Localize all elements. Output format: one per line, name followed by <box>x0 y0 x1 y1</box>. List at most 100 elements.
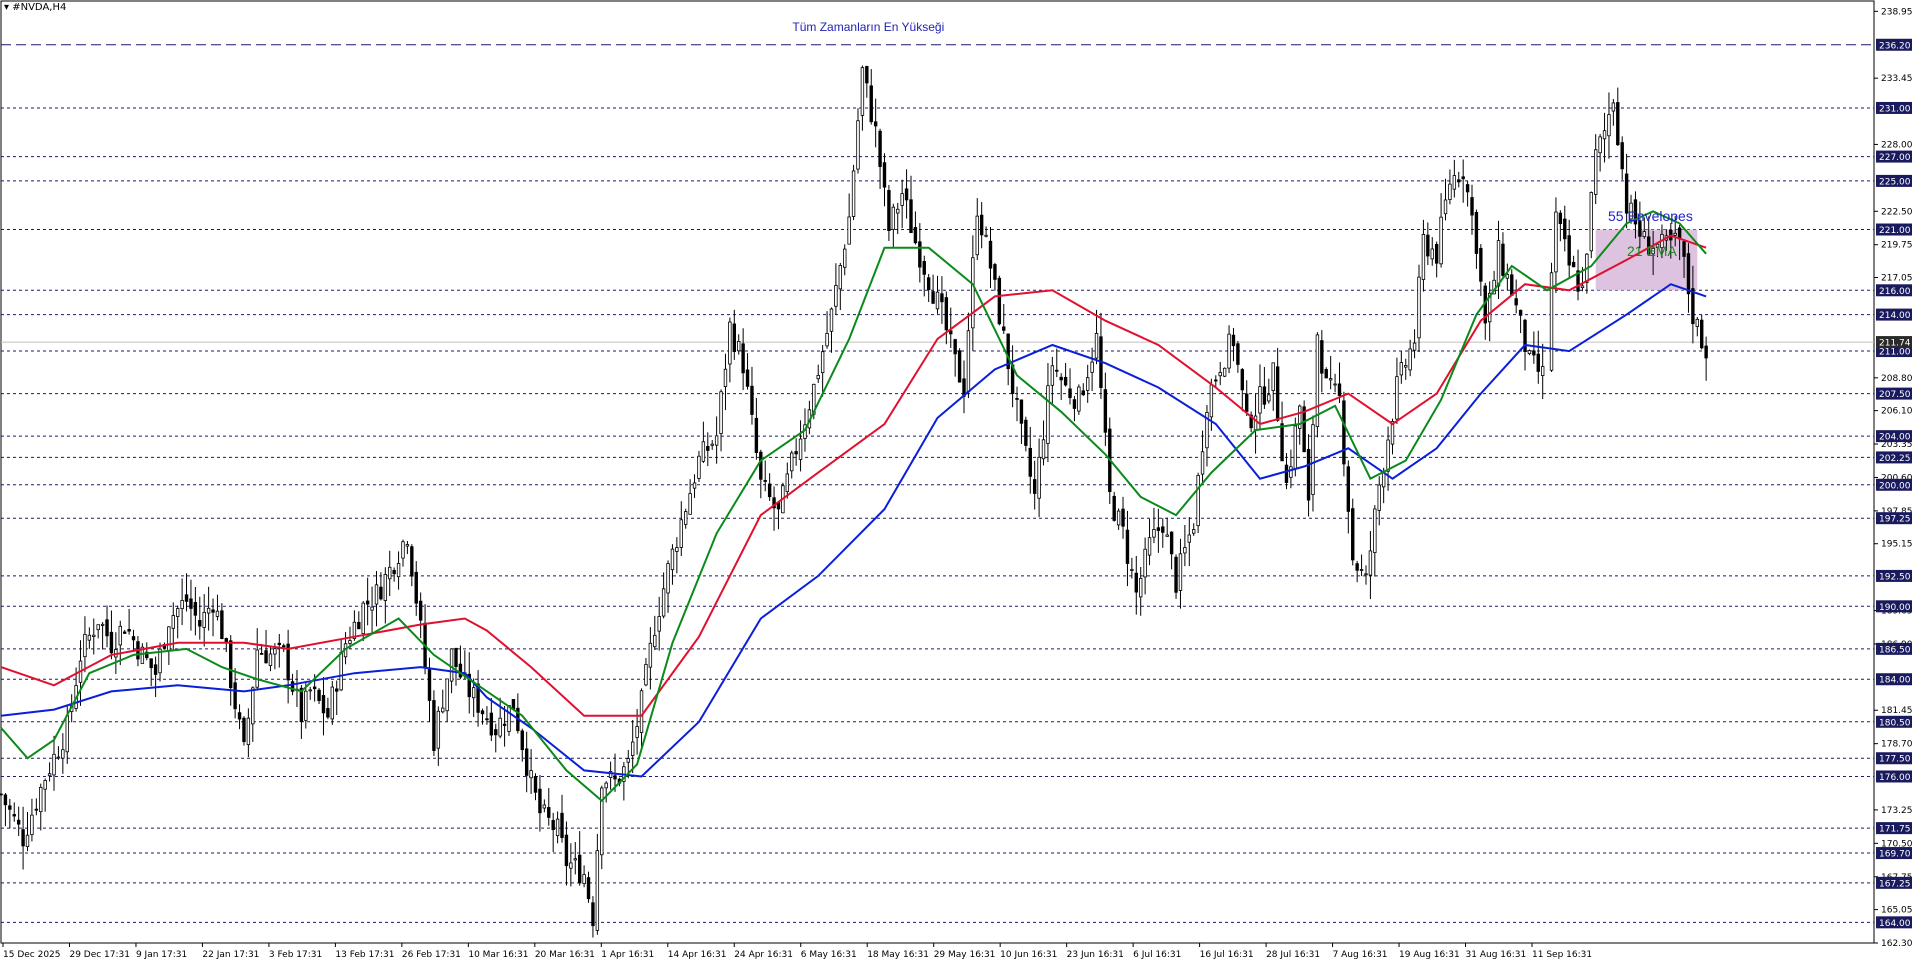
candle-body <box>1611 102 1616 112</box>
symbol-label-text: #NVDA,H4 <box>12 2 67 13</box>
candle-body <box>392 569 396 575</box>
symbol-label[interactable]: ▾ #NVDA,H4 <box>4 2 66 13</box>
candle-body <box>851 170 856 217</box>
candle-body <box>1563 218 1567 240</box>
y-tick-label: 228.00 <box>1881 140 1913 150</box>
candle-body <box>242 717 246 743</box>
candle-body <box>1602 130 1607 140</box>
candle-body <box>1558 212 1563 224</box>
candle-body <box>52 753 56 776</box>
candle-body <box>825 333 829 347</box>
candle-body <box>1536 353 1540 372</box>
candle-body <box>1125 529 1130 564</box>
candle-body <box>1337 383 1342 396</box>
x-tick-label: 9 Jan 17:31 <box>136 950 187 960</box>
candle-body <box>1607 114 1611 137</box>
candle-body <box>308 689 312 692</box>
chart-window: 238.95 233.45 228.00 222.50 219.75 217.05 208.… <box>0 0 1916 963</box>
x-tick-label: 26 Feb 17:31 <box>402 950 461 960</box>
level-price-text: 236.20 <box>1879 41 1911 51</box>
candle-body <box>105 619 109 637</box>
candle-body <box>661 588 666 617</box>
candle-body <box>829 308 834 332</box>
candle-body <box>109 631 114 654</box>
candle-body <box>953 339 957 355</box>
candle-body <box>441 707 445 713</box>
candle-body <box>1192 529 1196 534</box>
level-price-text: 184.00 <box>1879 676 1911 686</box>
candle-body <box>405 544 410 547</box>
candle-body <box>175 608 180 617</box>
candle-body <box>745 369 750 387</box>
candle-body <box>1112 495 1116 521</box>
candle-body <box>87 634 92 641</box>
candle-body <box>458 663 463 678</box>
candle-body <box>798 438 803 460</box>
candle-body <box>723 368 728 387</box>
x-tick-label: 28 Jul 16:31 <box>1266 950 1320 960</box>
candle-body <box>1081 390 1085 396</box>
candle-body <box>979 214 984 236</box>
x-tick-label: 22 Jan 17:31 <box>202 950 259 960</box>
y-tick-label: 219.75 <box>1881 241 1913 251</box>
candle-body <box>1704 345 1708 359</box>
candle-body <box>92 634 96 637</box>
candle-body <box>1518 309 1523 316</box>
candle-body <box>1320 340 1324 374</box>
candle-body <box>348 640 352 644</box>
price-chart[interactable]: 238.95 233.45 228.00 222.50 219.75 217.05 208.… <box>0 0 1916 963</box>
candle-body <box>1037 456 1041 499</box>
candle-body <box>1474 211 1479 254</box>
x-tick-label: 10 Jun 16:31 <box>1000 950 1057 960</box>
candle-body <box>1443 199 1448 215</box>
candle-body <box>1404 365 1408 368</box>
candle-body <box>1448 183 1452 200</box>
y-tick-label: 208.80 <box>1881 374 1913 384</box>
candle-body <box>1152 529 1156 538</box>
candle-body <box>904 188 909 201</box>
candle-body <box>926 277 931 290</box>
candle-body <box>520 730 524 751</box>
candle-body <box>304 690 308 721</box>
candle-body <box>255 649 259 688</box>
candle-body <box>251 687 255 725</box>
candle-body <box>206 607 211 614</box>
candle-body <box>1364 573 1368 576</box>
x-tick-label: 29 May 16:31 <box>934 950 996 960</box>
candle-body <box>1439 216 1443 265</box>
candle-body <box>931 291 935 304</box>
candle-body <box>710 443 714 446</box>
candle-body <box>586 877 591 900</box>
candle-body <box>794 451 798 455</box>
candle-body <box>127 628 131 632</box>
candle-body <box>865 66 869 84</box>
candle-body <box>388 566 392 580</box>
candle-body <box>1386 439 1390 472</box>
candle-body <box>1691 288 1695 325</box>
candle-body <box>1178 553 1183 591</box>
chevron-down-icon[interactable]: ▾ <box>4 2 9 13</box>
candle-body <box>1218 372 1222 377</box>
candle-body <box>1289 466 1293 478</box>
candle-body <box>1501 243 1505 276</box>
candle-body <box>339 652 343 691</box>
level-price-text: 176.00 <box>1879 773 1911 783</box>
candle-body <box>12 814 16 817</box>
level-price-text: 221.00 <box>1879 226 1911 236</box>
candle-body <box>684 511 688 525</box>
level-price-text: 190.00 <box>1879 603 1911 613</box>
candle-body <box>1094 333 1099 359</box>
candle-body <box>1222 367 1227 377</box>
candle-body <box>507 705 511 732</box>
candle-body <box>374 584 379 605</box>
x-tick-label: 6 Jul 16:31 <box>1133 950 1181 960</box>
candle-body <box>666 563 670 594</box>
candle-body <box>560 812 564 838</box>
candle-body <box>1686 253 1691 295</box>
candle-body <box>688 493 692 515</box>
candle-body <box>21 829 25 847</box>
level-price-text: 202.25 <box>1879 454 1911 464</box>
candle-body <box>551 820 555 831</box>
candle-body <box>569 862 573 869</box>
candle-body <box>229 640 233 689</box>
